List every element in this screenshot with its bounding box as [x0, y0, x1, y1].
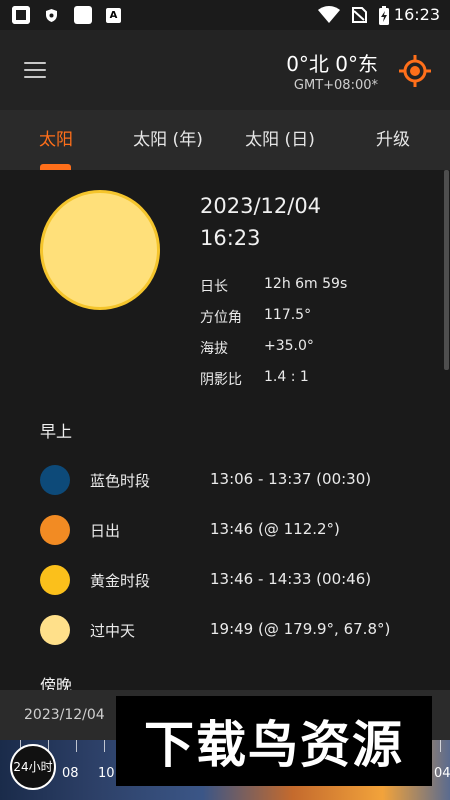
- info-value-shadow-ratio: 1.4 : 1: [264, 369, 309, 385]
- current-time: 16:23: [200, 226, 261, 250]
- font-icon: A: [106, 8, 121, 23]
- timeline-tick: [440, 740, 441, 752]
- info-value-altitude: +35.0°: [264, 338, 314, 354]
- location-coords[interactable]: 0°北 0°东: [286, 48, 378, 77]
- info-label-azimuth: 方位角: [200, 310, 242, 326]
- menu-icon[interactable]: [24, 62, 46, 78]
- status-time: 16:23: [393, 5, 440, 24]
- status-bar: A 16:23: [0, 0, 450, 30]
- wifi-icon: [318, 6, 340, 28]
- app-icon: [12, 6, 30, 24]
- tab-sun[interactable]: 太阳: [0, 110, 112, 170]
- event-name-transit: 过中天: [90, 622, 136, 640]
- section-title-morning: 早上: [40, 422, 73, 441]
- sun-graphic: [40, 190, 160, 310]
- timeline-label-10: 10: [98, 766, 115, 781]
- info-label-altitude: 海拔: [200, 341, 228, 357]
- transit-dot: [40, 615, 70, 645]
- tab-bar: 太阳 太阳 (年) 太阳 (日) 升级: [0, 110, 450, 170]
- selected-date[interactable]: 2023/12/04: [24, 707, 105, 723]
- gps-locate-icon[interactable]: [398, 54, 432, 88]
- event-name-blue-hour: 蓝色时段: [90, 472, 151, 490]
- event-time-blue-hour: 13:06 - 13:37 (00:30): [210, 470, 372, 488]
- 24h-button[interactable]: 24小时: [10, 744, 56, 790]
- main-content: 2023/12/04 16:23 日长 12h 6m 59s 方位角 117.5…: [0, 170, 450, 690]
- blue-hour-dot: [40, 465, 70, 495]
- info-label-shadow-ratio: 阴影比: [200, 372, 242, 388]
- content-scrollbar[interactable]: [444, 170, 449, 370]
- tab-sun-day[interactable]: 太阳 (日): [224, 110, 336, 170]
- current-date: 2023/12/04: [200, 194, 322, 218]
- info-value-day-length: 12h 6m 59s: [264, 276, 348, 292]
- shield-icon: [44, 8, 59, 23]
- event-name-sunrise: 日出: [90, 522, 121, 540]
- info-value-azimuth: 117.5°: [264, 307, 312, 323]
- no-sim-icon: [350, 6, 368, 28]
- timeline-tick: [104, 740, 105, 752]
- event-name-golden-hour: 黄金时段: [90, 572, 151, 590]
- info-label-day-length: 日长: [200, 279, 228, 295]
- battery-charging-icon: [378, 6, 390, 30]
- square-icon: [74, 6, 92, 24]
- tab-upgrade[interactable]: 升级: [336, 110, 450, 170]
- app-header: 0°北 0°东 GMT+08:00*: [0, 30, 450, 110]
- event-time-sunrise: 13:46 (@ 112.2°): [210, 520, 340, 538]
- event-time-golden-hour: 13:46 - 14:33 (00:46): [210, 570, 372, 588]
- timezone-label: GMT+08:00*: [293, 78, 378, 93]
- golden-hour-dot: [40, 565, 70, 595]
- event-time-transit: 19:49 (@ 179.9°, 67.8°): [210, 620, 391, 638]
- tab-sun-year[interactable]: 太阳 (年): [112, 110, 224, 170]
- timeline-label-08: 08: [62, 766, 79, 781]
- sunrise-dot: [40, 515, 70, 545]
- watermark-text: 下载鸟资源: [144, 716, 404, 774]
- timeline-tick: [76, 740, 77, 752]
- section-title-evening: 傍晚: [40, 676, 73, 690]
- timeline-label-04: 04: [434, 766, 450, 781]
- watermark-banner: 下载鸟资源: [116, 696, 432, 786]
